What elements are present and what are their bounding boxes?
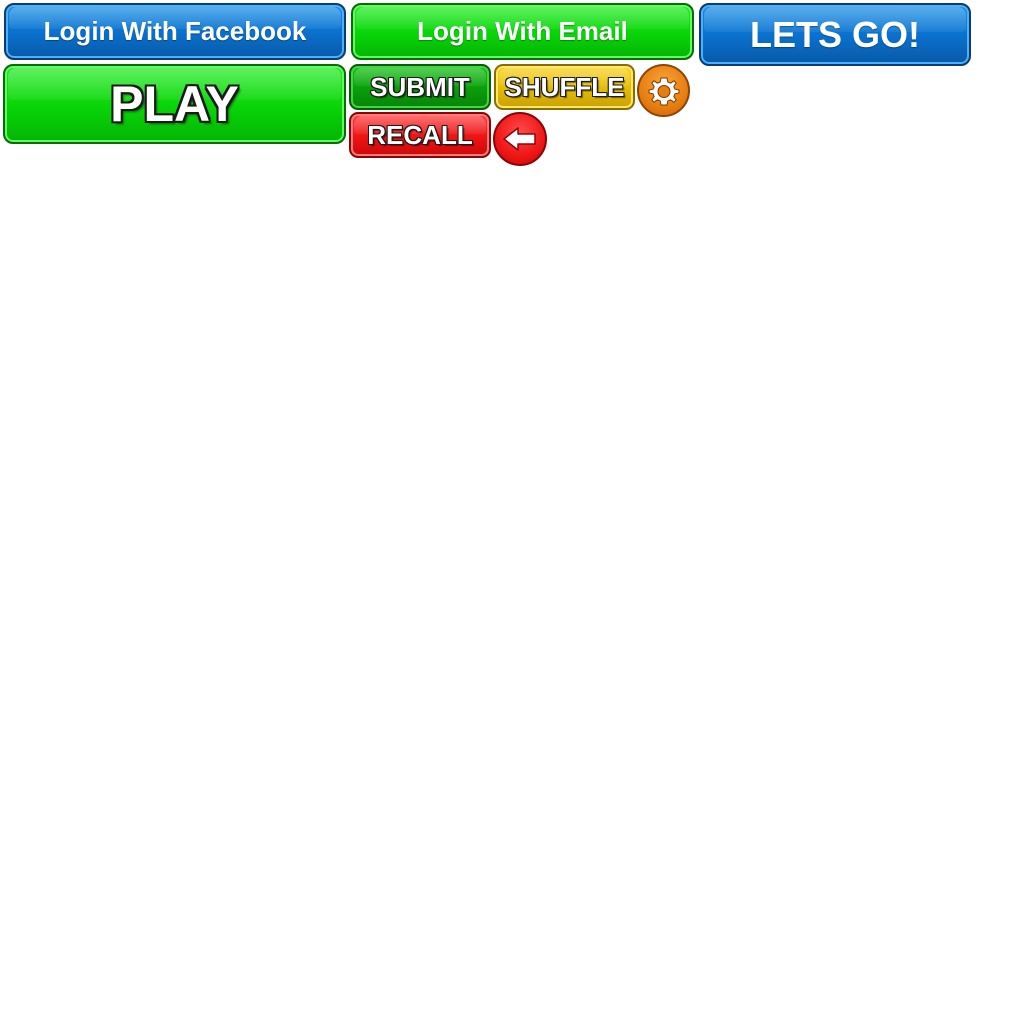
shuffle-label: SHUFFLE bbox=[504, 71, 625, 102]
arrow-left-icon bbox=[503, 127, 536, 151]
submit-label: SUBMIT bbox=[370, 71, 470, 102]
recall-button[interactable]: RECALL bbox=[349, 112, 491, 158]
submit-button[interactable]: SUBMIT bbox=[349, 64, 491, 110]
lets-go-button[interactable]: LETS GO! bbox=[699, 3, 971, 66]
gear-icon bbox=[648, 77, 679, 105]
back-button[interactable] bbox=[493, 112, 547, 166]
play-label: PLAY bbox=[110, 76, 239, 132]
login-email-label: Login With Email bbox=[417, 16, 628, 46]
recall-label: RECALL bbox=[367, 119, 473, 150]
lets-go-label: LETS GO! bbox=[750, 13, 920, 55]
settings-button[interactable] bbox=[637, 64, 690, 117]
login-facebook-button[interactable]: Login With Facebook bbox=[4, 3, 346, 60]
play-button[interactable]: PLAY bbox=[3, 64, 346, 144]
shuffle-button[interactable]: SHUFFLE bbox=[494, 64, 635, 110]
login-email-button[interactable]: Login With Email bbox=[351, 3, 694, 60]
login-facebook-label: Login With Facebook bbox=[43, 16, 307, 46]
